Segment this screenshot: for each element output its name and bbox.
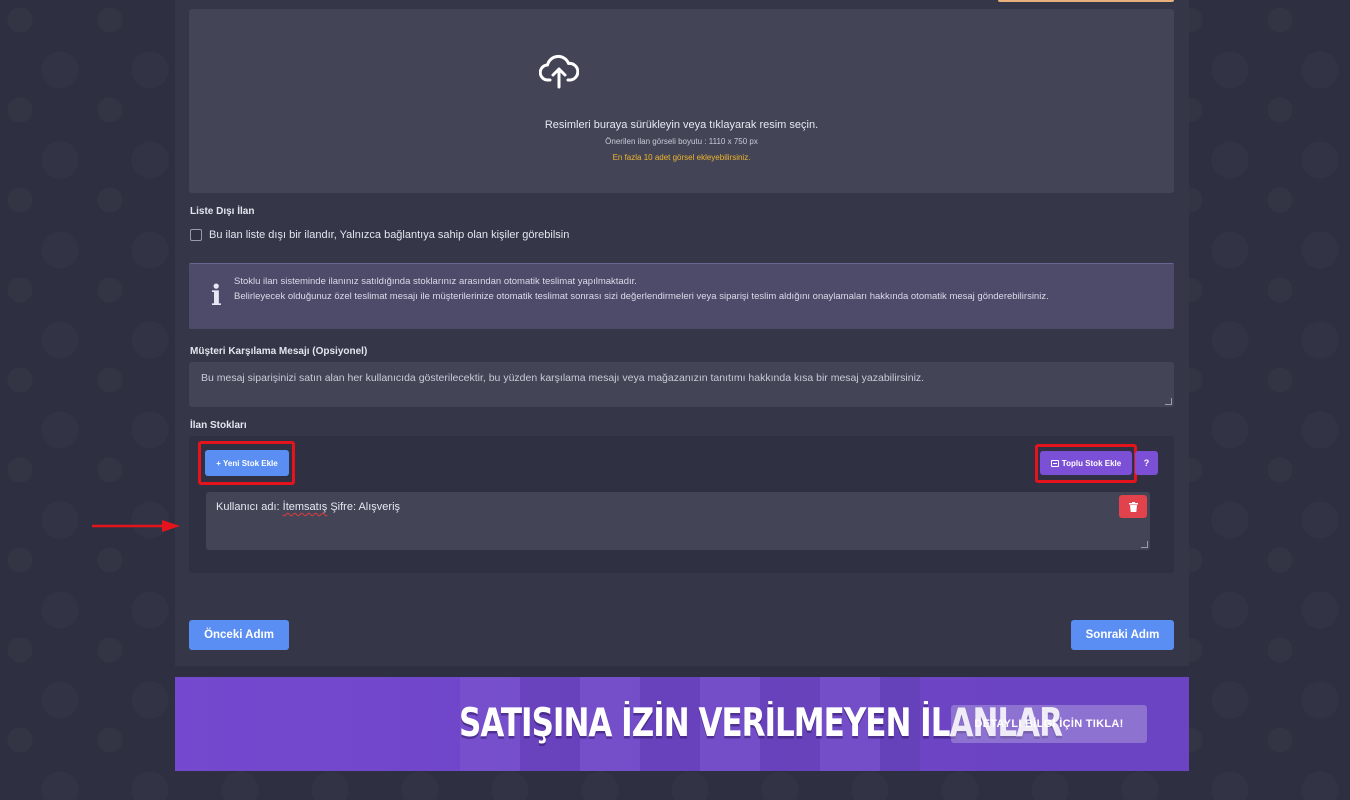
add-stock-button[interactable]: + Yeni Stok Ekle	[205, 450, 289, 476]
unlisted-checkbox-text[interactable]: Bu ilan liste dışı bir ilandır, Yalnızca…	[209, 229, 569, 241]
image-dropzone[interactable]: Resimleri buraya sürükleyin veya tıklaya…	[189, 9, 1174, 193]
info-line-1: Stoklu ilan sisteminde ilanınız satıldığ…	[234, 276, 637, 287]
welcome-message-textarea[interactable]: Bu mesaj siparişinizi satın alan her kul…	[189, 362, 1174, 407]
info-icon: i	[211, 279, 222, 312]
bulk-stock-button[interactable]: Toplu Stok Ekle	[1040, 451, 1132, 475]
unlisted-checkbox-row[interactable]: Bu ilan liste dışı bir ilandır, Yalnızca…	[190, 229, 569, 241]
stock-item-textarea[interactable]: Kullanıcı adı: İtemsatış Şifre: Alışveri…	[206, 492, 1150, 550]
banner-more-info-button[interactable]: DETAYLI BİLGİ İÇİN TIKLA!	[951, 705, 1147, 743]
cloud-upload-icon	[539, 54, 579, 89]
dropzone-instruction: Resimleri buraya sürükleyin veya tıklaya…	[544, 119, 819, 131]
welcome-message-placeholder: Bu mesaj siparişinizi satın alan her kul…	[201, 372, 925, 384]
info-line-2: Belirleyecek olduğunuz özel teslimat mes…	[234, 290, 1049, 302]
info-text: Stoklu ilan sisteminde ilanınız satıldığ…	[234, 275, 1144, 304]
stock-item-suffix: Şifre: Alışveriş	[327, 501, 401, 513]
info-alert: i Stoklu ilan sisteminde ilanınız satıld…	[189, 263, 1174, 329]
prohibited-listings-banner[interactable]: SATIŞINA İZİN VERİLMEYEN İLANLAR DETAYLI…	[175, 677, 1189, 771]
dropzone-limit-warning: En fazla 10 adet görsel ekleyebilirsiniz…	[612, 153, 751, 162]
unlisted-label: Liste Dışı İlan	[190, 206, 255, 217]
stock-help-button[interactable]: ?	[1135, 451, 1158, 475]
previous-step-button[interactable]: Önceki Adım	[189, 620, 289, 650]
dropzone-size-hint: Önerilen ilan görseli boyutu : 1110 x 75…	[605, 137, 758, 146]
trash-icon	[1128, 501, 1138, 512]
delete-stock-button[interactable]	[1119, 495, 1147, 518]
resize-handle[interactable]	[1165, 398, 1172, 405]
resize-handle[interactable]	[1141, 541, 1148, 548]
top-accent-bar	[998, 0, 1174, 2]
bulk-stock-label: Toplu Stok Ekle	[1061, 458, 1122, 468]
next-step-button[interactable]: Sonraki Adım	[1071, 620, 1174, 650]
list-icon	[1050, 459, 1059, 467]
unlisted-checkbox[interactable]	[190, 229, 202, 241]
stocks-label: İlan Stokları	[190, 420, 247, 431]
stock-item-username: İtemsatış	[282, 501, 328, 513]
stock-item-prefix: Kullanıcı adı:	[216, 501, 283, 513]
red-arrow-annotation	[92, 520, 180, 532]
welcome-message-label: Müşteri Karşılama Mesajı (Opsiyonel)	[190, 346, 368, 357]
